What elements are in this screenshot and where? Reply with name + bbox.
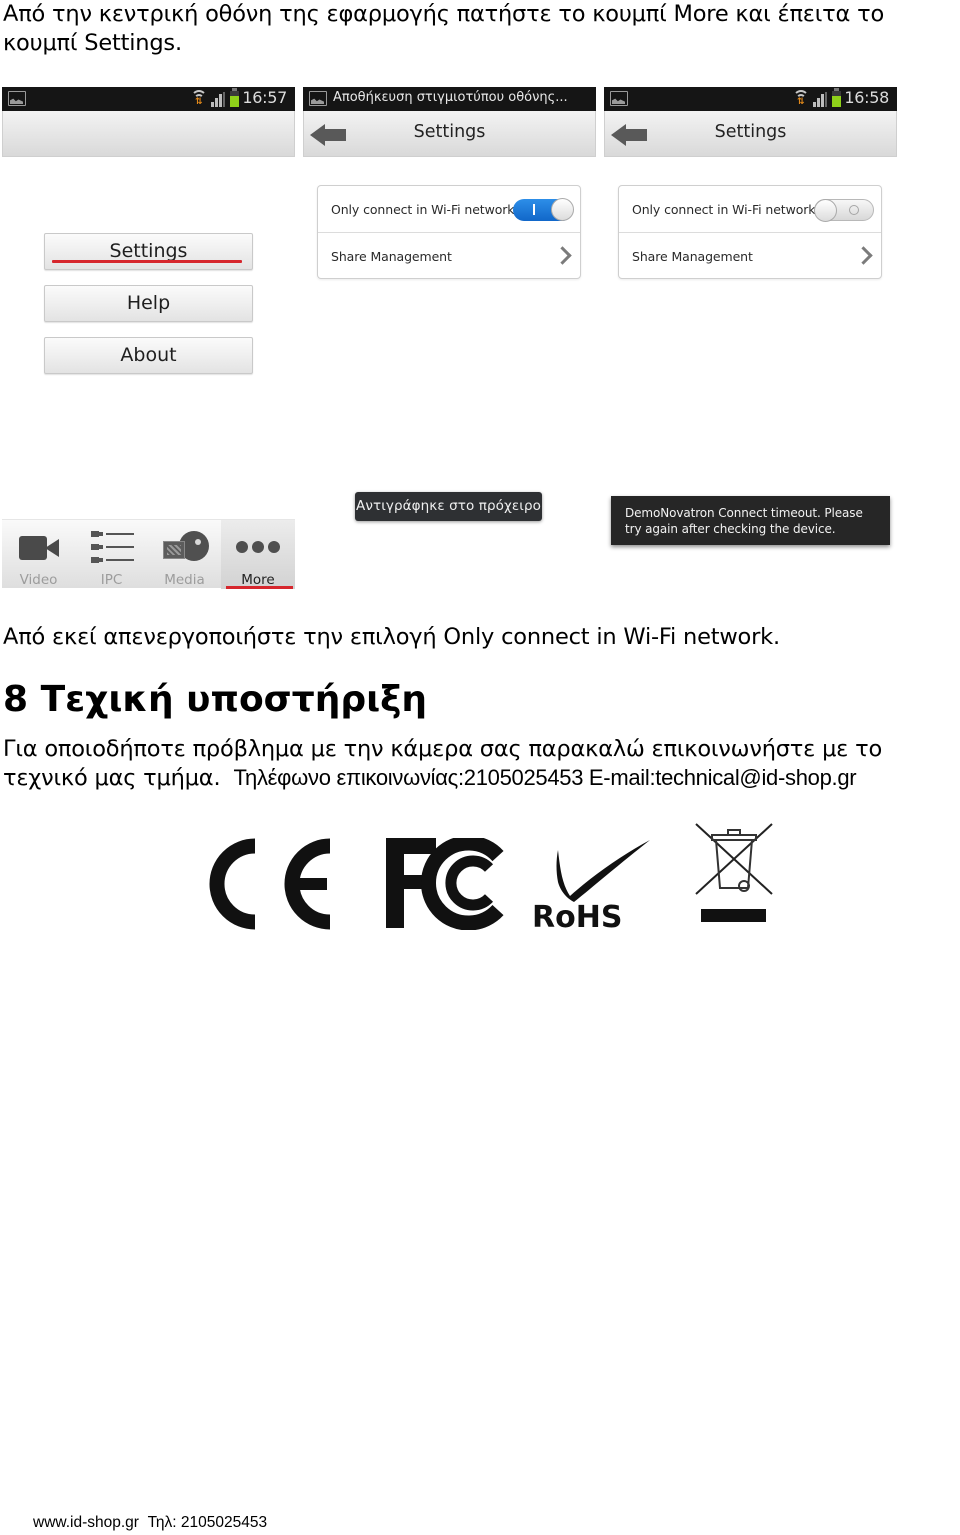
settings-menu-button[interactable]: Settings: [44, 233, 253, 270]
connect-timeout-toast: DemoNovatron Connect timeout. Please try…: [611, 496, 890, 545]
instruction-text: Από εκεί απενεργοποιήστε την επιλογή Onl…: [3, 624, 780, 650]
share-management-row[interactable]: Share Management: [318, 233, 580, 280]
screen3-header: ⇅ 16:58 Settings: [604, 87, 897, 157]
wifi-only-row[interactable]: Only connect in Wi-Fi network: [318, 186, 580, 233]
section-heading: 8 Τεχική υποστήριξη: [3, 679, 428, 720]
toast-line2: try again after checking the device.: [625, 521, 836, 536]
tab-media[interactable]: Media: [148, 520, 221, 589]
camera-list-icon: [91, 529, 135, 567]
chevron-right-icon: [556, 247, 568, 265]
settings-card: Only connect in Wi-Fi network Share Mana…: [317, 185, 581, 279]
wifi-only-label: Only connect in Wi-Fi network: [331, 202, 515, 217]
section-body-line2: τεχνικό μας τμήμα.: [3, 765, 221, 791]
wifi-only-toggle[interactable]: [513, 198, 574, 221]
battery-icon: [230, 88, 239, 107]
wifi-only-label: Only connect in Wi-Fi network: [632, 202, 816, 217]
section-body-line1: Για οποιοδήποτε πρόβλημα με την κάμερα σ…: [3, 736, 883, 762]
tab-more[interactable]: More: [221, 520, 295, 589]
screenshot-icon: [8, 91, 26, 106]
screenshot-icon: [610, 91, 628, 106]
wifi-only-toggle[interactable]: [814, 199, 874, 222]
clipboard-toast: Αντιγράφηκε στο πρόχειρο: [355, 492, 542, 521]
screen2-header: Αποθήκευση στιγμιοτύπου οθόνης... Settin…: [303, 87, 596, 157]
active-tab-underline: [226, 586, 293, 589]
media-icon: [163, 531, 209, 567]
action-bar: Settings: [604, 111, 897, 157]
chevron-right-icon: [857, 247, 869, 265]
status-time: 16:57: [242, 88, 287, 107]
rohs-text: RoHS: [532, 900, 622, 930]
status-time: 16:58: [844, 88, 889, 107]
section-body-line2-wrap: τεχνικό μας τμήμα. Τηλέφωνο επικοινωνίας…: [3, 764, 857, 793]
battery-icon: [832, 88, 841, 107]
bottom-tab-bar: Video IPC Media More: [2, 519, 295, 589]
status-bar: ⇅ 16:58: [604, 87, 897, 111]
signal-icon: [813, 92, 827, 107]
wifi-only-row[interactable]: Only connect in Wi-Fi network: [619, 186, 881, 233]
video-camera-icon: [19, 536, 61, 560]
intro-text: Από την κεντρική οθόνη της εφαρμογής πατ…: [3, 0, 884, 58]
toast-line1: DemoNovatron Connect timeout. Please: [625, 506, 863, 520]
tab-video[interactable]: Video: [2, 520, 75, 589]
status-bar: ⇅ 16:57: [2, 87, 295, 111]
page-footer: www.id-shop.gr Τηλ: 2105025453: [33, 1514, 268, 1531]
action-bar: Settings: [303, 111, 596, 157]
settings-title: Settings: [714, 122, 787, 142]
settings-title: Settings: [413, 122, 486, 142]
intro-text-line2: κουμπί Settings.: [3, 30, 182, 56]
screenshot-icon: [309, 91, 327, 106]
fcc-logo-icon: [386, 838, 504, 930]
settings-card: Only connect in Wi-Fi network Share Mana…: [618, 185, 882, 279]
share-management-row[interactable]: Share Management: [619, 233, 881, 280]
notification-text: Αποθήκευση στιγμιοτύπου οθόνης...: [333, 90, 568, 105]
settings-menu-label: Settings: [109, 240, 188, 262]
help-menu-button[interactable]: Help: [44, 285, 253, 322]
tab-ipc[interactable]: IPC: [75, 520, 148, 589]
help-menu-label: Help: [126, 292, 171, 314]
ce-mark-icon: [209, 838, 331, 930]
status-bar: Αποθήκευση στιγμιοτύπου οθόνης...: [303, 87, 596, 111]
rohs-logo-icon: RoHS: [532, 840, 650, 930]
about-menu-label: About: [120, 344, 177, 366]
wifi-icon: ⇅: [191, 90, 207, 107]
about-menu-button[interactable]: About: [44, 337, 253, 374]
tab-video-label: Video: [19, 572, 58, 588]
action-bar: [2, 111, 295, 157]
wifi-icon: ⇅: [793, 90, 809, 107]
share-management-label: Share Management: [632, 249, 753, 264]
intro-text-line1: Από την κεντρική οθόνη της εφαρμογής πατ…: [3, 1, 885, 27]
tab-ipc-label: IPC: [100, 572, 123, 588]
signal-icon: [211, 92, 225, 107]
share-management-label: Share Management: [331, 249, 452, 264]
contact-info: Τηλέφωνο επικοινωνίας:2105025453 E-mail:…: [233, 765, 857, 790]
highlight-underline: [52, 260, 242, 263]
more-dots-icon: [236, 541, 280, 553]
screen1-header: ⇅ 16:57: [2, 87, 295, 157]
weee-crossed-bin-icon: [695, 823, 773, 922]
tab-media-label: Media: [164, 572, 205, 588]
